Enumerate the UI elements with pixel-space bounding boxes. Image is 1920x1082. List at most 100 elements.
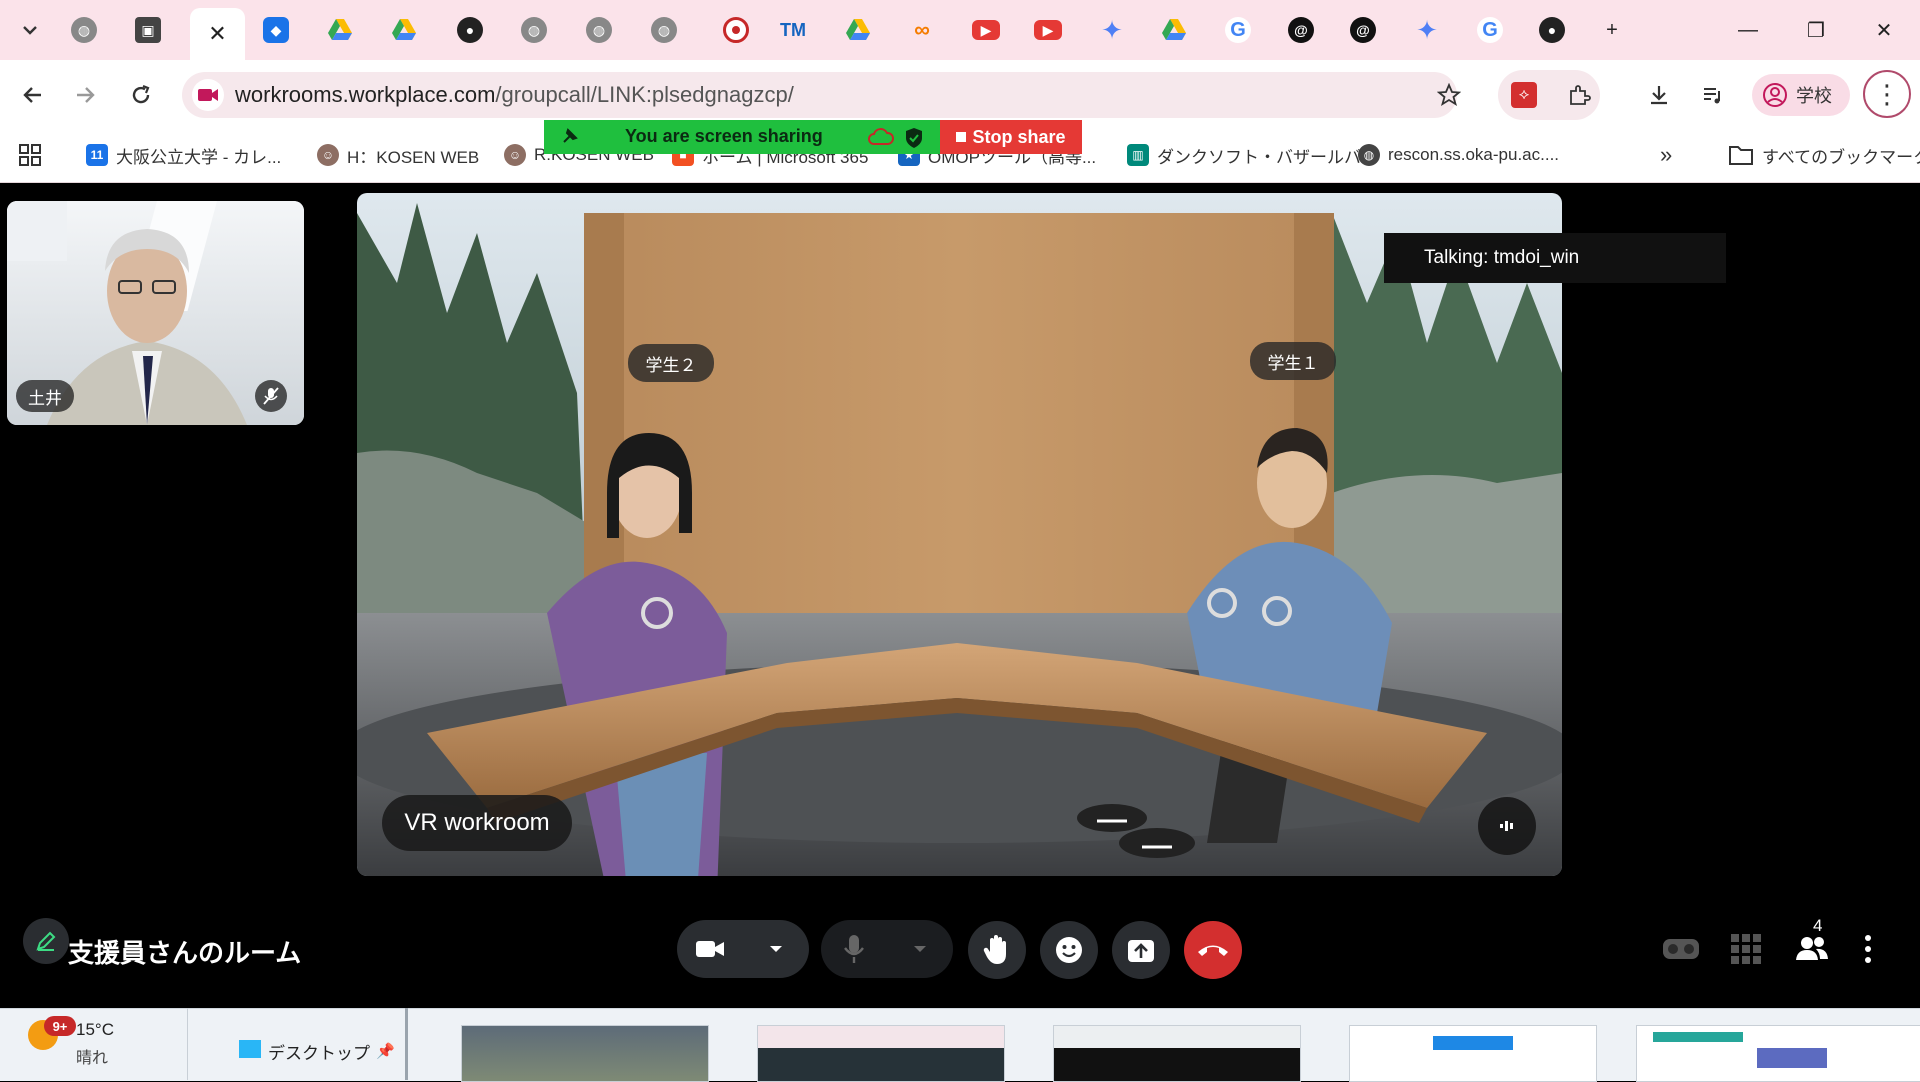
tab-6[interactable] [386, 12, 422, 48]
tab-active[interactable]: ✕ [190, 8, 245, 60]
tab-16[interactable]: ▶ [1030, 12, 1066, 48]
weather-temperature[interactable]: 15°C [76, 1020, 114, 1040]
bookmark-item-0[interactable]: 11 大阪公立大学 - カレ... [86, 140, 281, 170]
share-screen-button[interactable] [1112, 921, 1170, 979]
bookmark-item-5[interactable]: ▥ ダンクソフト・バザールバ... [1127, 140, 1375, 170]
tab-18[interactable] [1156, 12, 1192, 48]
more-options-button[interactable] [1864, 934, 1872, 969]
tab-1[interactable]: ◍ [66, 12, 102, 48]
tab-7[interactable]: ● [452, 12, 488, 48]
downloads-button[interactable] [1640, 76, 1678, 114]
microphone-options-button[interactable] [887, 944, 953, 954]
people-icon [1796, 937, 1828, 960]
tab-11[interactable] [718, 12, 754, 48]
window-thumbnail-1[interactable] [461, 1025, 709, 1082]
url-path: /groupcall/LINK:plsedgnagzcp/ [495, 82, 794, 107]
url-text[interactable]: workrooms.workplace.com/groupcall/LINK:p… [235, 82, 794, 108]
more-vertical-icon: ⋮ [1874, 78, 1900, 109]
stop-share-button[interactable]: Stop share [940, 120, 1082, 154]
share-screen-icon [1128, 940, 1154, 962]
tab-search-button[interactable] [12, 12, 48, 48]
close-icon[interactable]: ✕ [208, 21, 226, 47]
bookmark-item-6[interactable]: ◍ rescon.ss.oka-pu.ac.... [1358, 140, 1559, 170]
avatar-label-student-1: 学生１ [1250, 342, 1336, 380]
shield-check-icon [904, 127, 924, 154]
new-tab-button[interactable]: + [1592, 12, 1632, 48]
microphone-toggle-button[interactable] [821, 934, 887, 964]
tab-12[interactable]: TM [775, 12, 811, 48]
raise-hand-button[interactable] [968, 921, 1026, 979]
media-controls-button[interactable] [1694, 76, 1732, 114]
pdf-extension-button[interactable]: ⟡ [1505, 76, 1543, 114]
minimize-button[interactable]: — [1728, 12, 1768, 48]
close-window-button[interactable]: ✕ [1864, 12, 1904, 48]
room-name: 支援員さんのルーム [68, 938, 302, 968]
bookmarks-overflow-button[interactable]: » [1660, 140, 1672, 170]
forward-button[interactable] [66, 76, 104, 114]
restore-button[interactable]: ❐ [1796, 12, 1836, 48]
bookmark-star-button[interactable] [1430, 76, 1468, 114]
camera-options-button[interactable] [743, 944, 809, 954]
apps-button[interactable] [18, 140, 42, 170]
tab-4[interactable]: ◆ [258, 12, 294, 48]
pin-icon[interactable] [560, 126, 580, 151]
profile-button[interactable]: 学校 [1752, 74, 1850, 116]
tab-23[interactable]: G [1472, 12, 1508, 48]
apps-button[interactable] [1730, 933, 1762, 970]
reactions-button[interactable] [1040, 921, 1098, 979]
back-button[interactable] [14, 76, 52, 114]
tab-8[interactable]: ◍ [516, 12, 552, 48]
tab-5[interactable] [322, 12, 358, 48]
participants-button[interactable] [1796, 934, 1828, 967]
acrobat-icon: ⟡ [1511, 82, 1537, 108]
edit-room-button[interactable] [23, 918, 69, 964]
tab-22[interactable]: ✦ [1409, 12, 1445, 48]
browser-menu-button[interactable]: ⋮ [1863, 70, 1911, 118]
apps-grid-icon [1731, 934, 1761, 964]
taskbar-divider [405, 1008, 408, 1080]
window-thumbnail-4[interactable] [1349, 1025, 1597, 1082]
all-bookmarks-button[interactable]: すべてのブックマーク [1728, 140, 1920, 170]
infinity-icon: ∞ [914, 17, 930, 42]
tab-20[interactable]: @ [1283, 12, 1319, 48]
tab-13[interactable] [840, 12, 876, 48]
pin-icon[interactable]: 📌 [376, 1042, 395, 1060]
avatar-label-student-2: 学生２ [628, 344, 714, 382]
end-call-button[interactable] [1184, 921, 1242, 979]
globe-icon: ◍ [521, 17, 547, 43]
tab-9[interactable]: ◍ [581, 12, 617, 48]
bookmark-item-1[interactable]: ☺ H：KOSEN WEB [317, 140, 479, 170]
reload-button[interactable] [122, 76, 160, 114]
reload-icon [132, 84, 150, 104]
audio-level-icon [1500, 821, 1513, 831]
window-thumbnail-2[interactable] [757, 1025, 1005, 1082]
vr-workroom-video[interactable]: 学生２ 学生１ VR workroom [357, 193, 1562, 876]
desktop-toolbar[interactable]: デスクトップ [268, 1039, 370, 1064]
caret-down-icon [770, 946, 782, 952]
vr-headset-icon [1663, 939, 1699, 959]
extensions-button[interactable] [1560, 76, 1598, 114]
tab-17[interactable]: ✦ [1094, 12, 1130, 48]
self-video-tile[interactable]: 土井 [7, 201, 304, 425]
globe-icon: ◍ [71, 17, 97, 43]
tab-2[interactable]: ▣ [130, 12, 166, 48]
tab-10[interactable]: ◍ [646, 12, 682, 48]
puzzle-icon [1570, 85, 1591, 105]
profile-label: 学校 [1796, 86, 1832, 106]
stop-share-label: Stop share [972, 126, 1066, 147]
tab-21[interactable]: @ [1345, 12, 1381, 48]
participant-count: 4 [1813, 916, 1823, 935]
threads-icon: @ [1350, 17, 1376, 43]
chevron-down-icon [23, 26, 37, 35]
window-thumbnail-5[interactable] [1636, 1025, 1920, 1082]
tab-14[interactable]: ∞ [904, 12, 940, 48]
window-thumbnail-3[interactable] [1053, 1025, 1301, 1082]
audio-level-button[interactable] [1478, 797, 1536, 855]
tab-24[interactable]: ● [1534, 12, 1570, 48]
tab-15[interactable]: ▶ [968, 12, 1004, 48]
camera-toggle-button[interactable] [677, 938, 743, 960]
bookmark-label: H：KOSEN WEB [347, 147, 480, 167]
vr-headset-button[interactable] [1662, 936, 1700, 967]
site-info-icon[interactable] [192, 79, 224, 111]
tab-19[interactable]: G [1220, 12, 1256, 48]
